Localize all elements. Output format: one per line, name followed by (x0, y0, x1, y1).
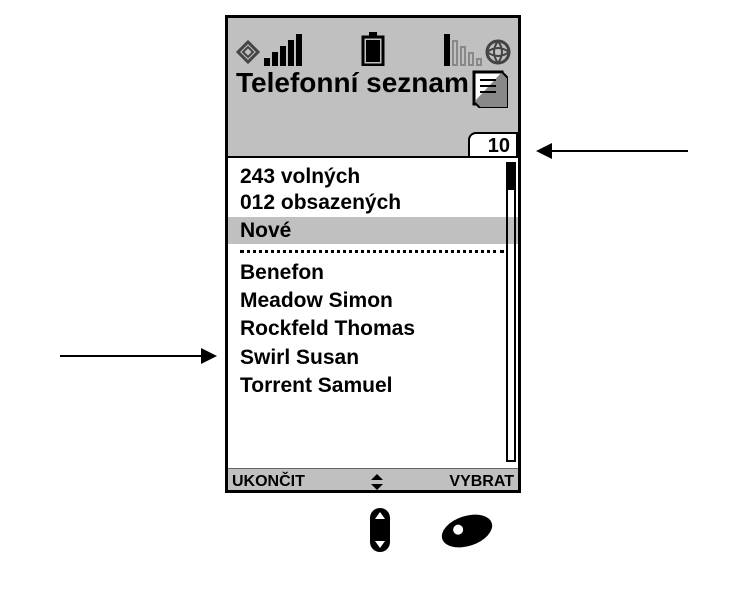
annotation-arrow-left (60, 355, 215, 357)
memory-tab-count: 10 (488, 135, 510, 158)
nav-rocker-button[interactable] (370, 508, 390, 552)
new-entry-item[interactable]: Nové (228, 217, 518, 244)
screen-title: Telefonní seznam (236, 68, 510, 99)
softkey-left[interactable]: UKONČIT (232, 473, 305, 491)
signal-bars-right (444, 34, 482, 66)
free-slots: 243 volných (240, 164, 508, 190)
contact-item[interactable]: Rockfeld Thomas (240, 315, 508, 343)
scrollbar-thumb[interactable] (506, 162, 516, 190)
memory-tab-badge[interactable]: 10 (468, 132, 518, 158)
radio-status-left (234, 34, 302, 66)
scrollbar[interactable] (506, 162, 516, 462)
contact-item[interactable]: Meadow Simon (240, 287, 508, 315)
battery-icon (359, 32, 387, 66)
status-bar (228, 18, 518, 66)
softkey-bar: UKONČIT VYBRAT (228, 468, 518, 495)
phonebook-icon (470, 68, 508, 108)
contact-item[interactable]: Benefon (240, 259, 508, 287)
select-hardware-button[interactable] (438, 509, 497, 554)
new-entry-label: Nové (240, 219, 291, 242)
softkey-nav-indicator (368, 473, 386, 491)
nav-down-icon (375, 541, 385, 548)
scrollbar-track (506, 162, 516, 462)
signal-bars-left (264, 34, 302, 66)
softkey-right[interactable]: VYBRAT (449, 473, 514, 491)
hardware-buttons (225, 504, 521, 564)
title-area: Telefonní seznam 10 (228, 66, 518, 156)
antenna-icon (234, 38, 262, 66)
phone-screen: Telefonní seznam 10 243 volných 012 obsa… (225, 15, 521, 493)
nav-up-icon (375, 512, 385, 519)
radio-status-right (444, 34, 512, 66)
list-panel: 243 volných 012 obsazených Nové Benefon … (228, 156, 518, 468)
contact-item[interactable]: Torrent Samuel (240, 372, 508, 400)
separator (240, 250, 504, 253)
annotation-arrow-right (538, 150, 688, 152)
globe-icon (484, 38, 512, 66)
contact-item[interactable]: Swirl Susan (240, 344, 508, 372)
used-slots: 012 obsazených (240, 190, 508, 216)
